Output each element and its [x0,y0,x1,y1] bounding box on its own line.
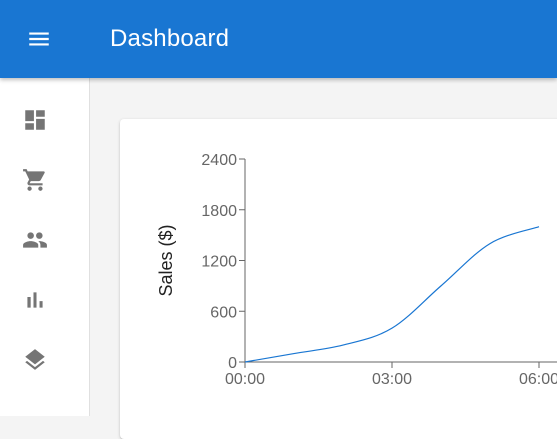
dashboard-icon [25,110,45,130]
sales-line-series [244,226,540,363]
shopping-cart-icon [23,169,45,191]
layers-icon [25,349,45,370]
y-axis-label: Sales ($) [156,224,176,296]
sidebar [0,78,90,416]
x-tick-label: 06:00 [519,371,557,388]
sidebar-item-customers[interactable] [0,220,70,260]
y-tick-label: 1800 [201,203,237,220]
page-title: Dashboard [110,25,230,52]
app-bar: Dashboard [0,0,557,78]
sidebar-item-orders[interactable] [0,160,70,200]
x-tick-label: 03:00 [372,371,412,388]
sidebar-item-integrations[interactable] [0,340,70,380]
bar-chart-icon [27,292,43,308]
y-tick-label: 600 [210,304,237,321]
menu-button[interactable] [14,14,64,64]
y-tick-label: 2400 [201,152,237,169]
sidebar-item-reports[interactable] [0,280,70,320]
menu-icon [29,32,49,46]
sidebar-item-dashboard[interactable] [0,100,70,140]
y-tick-label: 1200 [201,254,237,271]
chart-card: 0 600 1200 1800 2400 00:00 03:00 06:00 Sales ($) [120,119,557,439]
x-tick-label: 00:00 [225,371,265,388]
y-tick-label: 0 [228,355,237,372]
sales-chart: 0 600 1200 1800 2400 00:00 03:00 06:00 Sales ($) [156,152,557,388]
people-icon [23,232,47,248]
